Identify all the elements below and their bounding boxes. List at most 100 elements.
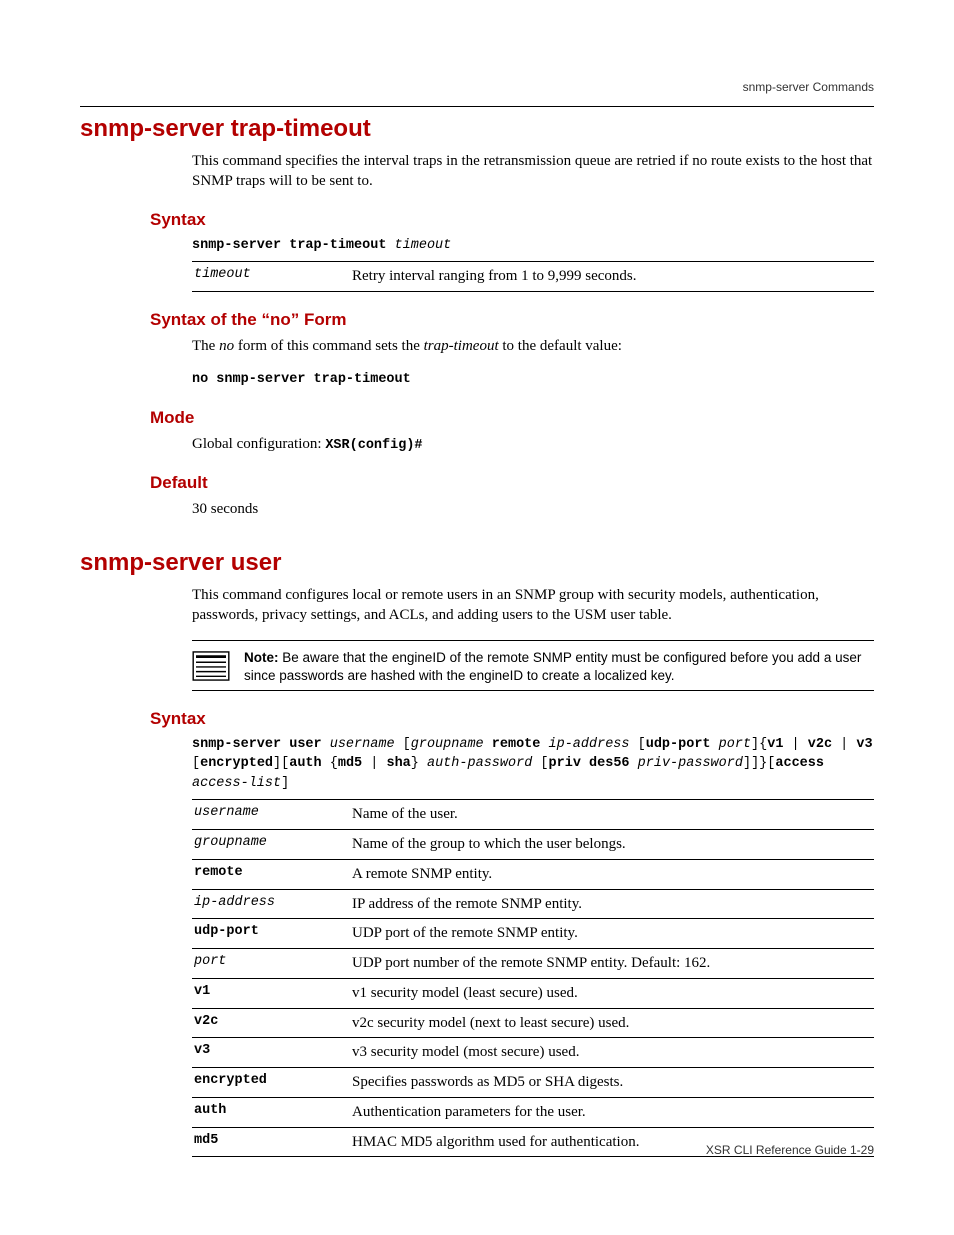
param-desc: Authentication parameters for the user. xyxy=(350,1097,874,1127)
parameter-table-2: usernameName of the user.groupnameName o… xyxy=(192,799,874,1157)
param-key: timeout xyxy=(192,262,350,292)
note-bottom-rule xyxy=(192,690,874,691)
noform-em2: trap-timeout xyxy=(424,338,499,354)
syntax-token: ] xyxy=(281,776,289,791)
syntax-token: ]]}[ xyxy=(743,756,775,771)
mode-code: XSR(config)# xyxy=(325,438,422,453)
table-row: v3v3 security model (most secure) used. xyxy=(192,1038,874,1068)
noform-pre: The xyxy=(192,338,219,354)
noform-command: no snmp-server trap-timeout xyxy=(192,370,874,390)
syntax-token: access-list xyxy=(192,776,281,791)
param-desc: Name of the group to which the user belo… xyxy=(350,830,874,860)
param-key: udp-port xyxy=(192,919,350,949)
syntax-token: [ xyxy=(532,756,548,771)
syntax-token: port xyxy=(719,737,751,752)
syntax-token: ][ xyxy=(273,756,289,771)
table-row: groupnameName of the group to which the … xyxy=(192,830,874,860)
syntax-token: priv-password xyxy=(638,756,743,771)
syntax-command-2: snmp-server user username [groupname rem… xyxy=(192,735,874,794)
syntax-token: } xyxy=(411,756,427,771)
syntax-token: [ xyxy=(395,737,411,752)
syntax-token: [ xyxy=(630,737,646,752)
param-desc: v3 security model (most secure) used. xyxy=(350,1038,874,1068)
syntax-cmd-keyword: snmp-server trap-timeout xyxy=(192,238,395,253)
noform-em1: no xyxy=(219,338,234,354)
syntax-token: md5 xyxy=(338,756,362,771)
syntax-token: udp-port xyxy=(646,737,711,752)
syntax-token: username xyxy=(330,737,395,752)
section2-intro: This command configures local or remote … xyxy=(192,585,874,626)
param-key: remote xyxy=(192,859,350,889)
note-text: Note: Be aware that the engineID of the … xyxy=(244,649,874,685)
param-key: auth xyxy=(192,1097,350,1127)
table-row: remoteA remote SNMP entity. xyxy=(192,859,874,889)
syntax-token: encrypted xyxy=(200,756,273,771)
noform-heading: Syntax of the “no” Form xyxy=(150,310,874,330)
param-desc: UDP port of the remote SNMP entity. xyxy=(350,919,874,949)
default-text: 30 seconds xyxy=(192,499,874,519)
note-block: Note: Be aware that the engineID of the … xyxy=(192,649,874,686)
note-icon xyxy=(192,651,230,686)
param-key: encrypted xyxy=(192,1068,350,1098)
header-divider xyxy=(80,106,874,107)
syntax-heading-2: Syntax xyxy=(150,709,874,729)
param-key: v2c xyxy=(192,1008,350,1038)
section-heading-trap-timeout: snmp-server trap-timeout xyxy=(80,115,874,143)
parameter-table-1: timeoutRetry interval ranging from 1 to … xyxy=(192,261,874,292)
syntax-token: groupname xyxy=(411,737,484,752)
table-row: v1v1 security model (least secure) used. xyxy=(192,978,874,1008)
param-desc: IP address of the remote SNMP entity. xyxy=(350,889,874,919)
param-key: v1 xyxy=(192,978,350,1008)
note-body: Be aware that the engineID of the remote… xyxy=(244,650,861,683)
param-key: port xyxy=(192,949,350,979)
syntax-token: | xyxy=(783,737,807,752)
param-key: v3 xyxy=(192,1038,350,1068)
table-row: encryptedSpecifies passwords as MD5 or S… xyxy=(192,1068,874,1098)
mode-heading: Mode xyxy=(150,408,874,428)
table-row: portUDP port number of the remote SNMP e… xyxy=(192,949,874,979)
param-desc: v1 security model (least secure) used. xyxy=(350,978,874,1008)
note-label: Note: xyxy=(244,650,279,665)
page-footer: XSR CLI Reference Guide 1-29 xyxy=(706,1143,874,1157)
syntax-token xyxy=(824,756,832,771)
syntax-token: v3 xyxy=(856,737,872,752)
syntax-token: auth xyxy=(289,756,321,771)
syntax-token: access xyxy=(775,756,824,771)
param-key: username xyxy=(192,800,350,830)
syntax-token xyxy=(630,756,638,771)
noform-post: to the default value: xyxy=(499,338,622,354)
running-header: snmp-server Commands xyxy=(743,80,874,94)
mode-label: Global configuration: xyxy=(192,436,325,452)
syntax-cmd-arg: timeout xyxy=(395,238,452,253)
param-desc: UDP port number of the remote SNMP entit… xyxy=(350,949,874,979)
default-heading: Default xyxy=(150,473,874,493)
syntax-command-1: snmp-server trap-timeout timeout xyxy=(192,236,874,256)
param-key: groupname xyxy=(192,830,350,860)
syntax-token: ip-address xyxy=(549,737,630,752)
note-top-rule xyxy=(192,640,874,641)
syntax-token xyxy=(540,737,548,752)
syntax-heading-1: Syntax xyxy=(150,210,874,230)
syntax-token: | xyxy=(362,756,386,771)
table-row: timeoutRetry interval ranging from 1 to … xyxy=(192,262,874,292)
mode-text: Global configuration: XSR(config)# xyxy=(192,434,874,455)
noform-text: The no form of this command sets the tra… xyxy=(192,336,874,356)
noform-mid: form of this command sets the xyxy=(234,338,424,354)
section-heading-user: snmp-server user xyxy=(80,549,874,577)
table-row: udp-portUDP port of the remote SNMP enti… xyxy=(192,919,874,949)
param-desc: Specifies passwords as MD5 or SHA digest… xyxy=(350,1068,874,1098)
param-desc: Name of the user. xyxy=(350,800,874,830)
syntax-token: ]{ xyxy=(751,737,767,752)
syntax-token: sha xyxy=(386,756,410,771)
syntax-token: priv des56 xyxy=(549,756,630,771)
table-row: authAuthentication parameters for the us… xyxy=(192,1097,874,1127)
param-key: ip-address xyxy=(192,889,350,919)
syntax-token: remote xyxy=(492,737,541,752)
param-desc: A remote SNMP entity. xyxy=(350,859,874,889)
syntax-token: | xyxy=(832,737,856,752)
param-desc: Retry interval ranging from 1 to 9,999 s… xyxy=(350,262,874,292)
syntax-token: auth-password xyxy=(427,756,532,771)
syntax-token: snmp-server user xyxy=(192,737,330,752)
syntax-token: v2c xyxy=(808,737,832,752)
table-row: usernameName of the user. xyxy=(192,800,874,830)
